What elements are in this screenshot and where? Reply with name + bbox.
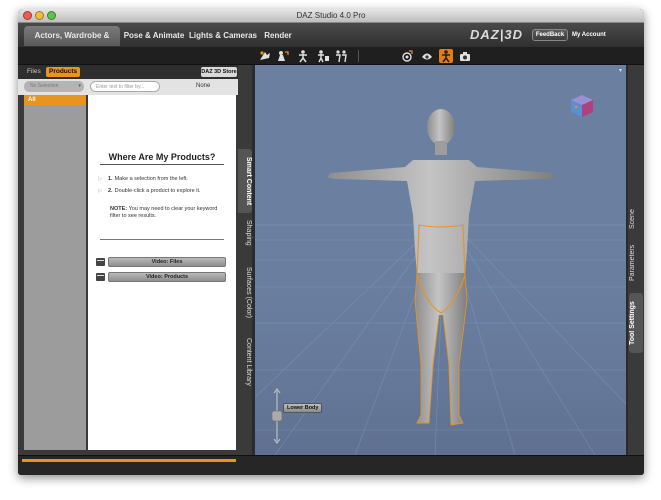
pose-tool-icon[interactable] [296, 49, 310, 63]
tab-content-library[interactable]: Content Library [238, 333, 252, 391]
pane-resize-strip[interactable] [22, 459, 236, 462]
tab-actors-wardrobe-props[interactable]: Actors, Wardrobe & Props [24, 26, 120, 60]
3d-viewport[interactable]: ▾ Lower Body [255, 65, 626, 455]
tab-scene[interactable]: Scene [629, 203, 643, 235]
toolbar-separator [358, 50, 359, 62]
main-tab-bar: Actors, Wardrobe & Props Pose & Animate … [18, 23, 644, 60]
help-step-2-number: 2. [108, 188, 113, 194]
content-side-tabs: Smart Content Shaping Surfaces (Color) C… [238, 65, 252, 455]
category-list: All [24, 95, 86, 450]
tab-render[interactable]: Render [260, 26, 296, 46]
help-step-2-text: Double-click a product to explore it. [114, 188, 201, 194]
joint-editor-icon[interactable] [316, 49, 330, 63]
figure-select-icon[interactable] [439, 49, 453, 63]
status-bar [18, 455, 644, 475]
tool-bar [18, 47, 644, 65]
video-products-row: Video: Products [96, 272, 228, 282]
category-item-all[interactable]: All [24, 95, 86, 105]
title-bar[interactable]: DAZ Studio 4.0 Pro [18, 9, 644, 23]
help-step-1: ▷ 1. Make a selection from the left. [98, 176, 188, 182]
tab-parameters[interactable]: Parameters [629, 239, 643, 287]
filter-input[interactable] [90, 81, 160, 92]
help-note-label: NOTE: [110, 206, 128, 212]
universal-tool-icon[interactable] [276, 49, 290, 63]
tab-files[interactable]: Files [24, 67, 44, 77]
viewport-options-icon[interactable]: ▾ [619, 67, 624, 74]
video-products-button[interactable]: Video: Products [108, 272, 226, 282]
daz-store-button[interactable]: DAZ 3D Store [201, 67, 237, 77]
help-step-1-number: 1. [108, 176, 113, 182]
none-label: None [196, 83, 211, 89]
selected-node-label: Lower Body [283, 403, 323, 413]
help-note: NOTE: You may need to clear your keyword… [110, 206, 228, 220]
smart-content-panel: Where Are My Products? ▷ 1. Make a selecti… [88, 95, 236, 450]
help-step-2: ▷ 2. Double-click a product to explore it. [98, 188, 201, 194]
arrow-right-icon: ▷ [98, 176, 103, 182]
render-icon[interactable] [458, 49, 472, 63]
spot-render-icon[interactable] [420, 49, 434, 63]
video-files-button[interactable]: Video: Files [108, 257, 226, 267]
selection-dropdown[interactable]: No Selection ▾ [24, 81, 84, 92]
help-step-1-text: Make a selection from the left. [114, 176, 188, 182]
chevron-down-icon: ▾ [78, 83, 81, 89]
tab-pose-animate[interactable]: Pose & Animate [122, 26, 186, 46]
tab-tool-settings[interactable]: Tool Settings [629, 293, 643, 353]
help-note-text: You may need to clear your keyword filte… [110, 206, 218, 219]
app-window: DAZ Studio 4.0 Pro Actors, Wardrobe & Pr… [18, 9, 644, 475]
right-side-tabs: Scene Parameters Tool Settings [628, 65, 644, 455]
video-files-row: Video: Files [96, 257, 228, 267]
divider [100, 164, 224, 165]
content-pane: Files Products DAZ 3D Store No Selection… [18, 65, 238, 455]
viewport-scene [255, 109, 626, 455]
window-title: DAZ Studio 4.0 Pro [296, 11, 366, 20]
rotate-figure-icon[interactable] [334, 49, 348, 63]
navigation-slider[interactable] [270, 387, 284, 445]
tab-smart-content[interactable]: Smart Content [238, 149, 252, 213]
products-help-title: Where Are My Products? [108, 152, 216, 162]
view-cube[interactable] [569, 93, 595, 119]
clapperboard-icon [96, 258, 105, 266]
daz3d-logo: DAZ|3D [470, 27, 523, 42]
feedback-button[interactable]: FeedBack [532, 29, 568, 41]
tab-surfaces-color[interactable]: Surfaces (Color) [238, 255, 252, 329]
selection-dropdown-value: No Selection [30, 83, 59, 89]
tab-lights-cameras[interactable]: Lights & Cameras [188, 26, 258, 46]
node-select-icon[interactable] [258, 49, 272, 63]
tab-shaping[interactable]: Shaping [238, 215, 252, 251]
clapperboard-icon [96, 273, 105, 281]
arrow-right-icon: ▷ [98, 188, 103, 194]
filter-row: No Selection ▾ None [18, 79, 238, 95]
content-pane-header: Files Products DAZ 3D Store [18, 65, 238, 79]
camera-orbit-icon[interactable] [400, 49, 414, 63]
divider [100, 239, 224, 240]
tab-products[interactable]: Products [46, 67, 81, 77]
my-account-link[interactable]: My Account [572, 29, 606, 41]
